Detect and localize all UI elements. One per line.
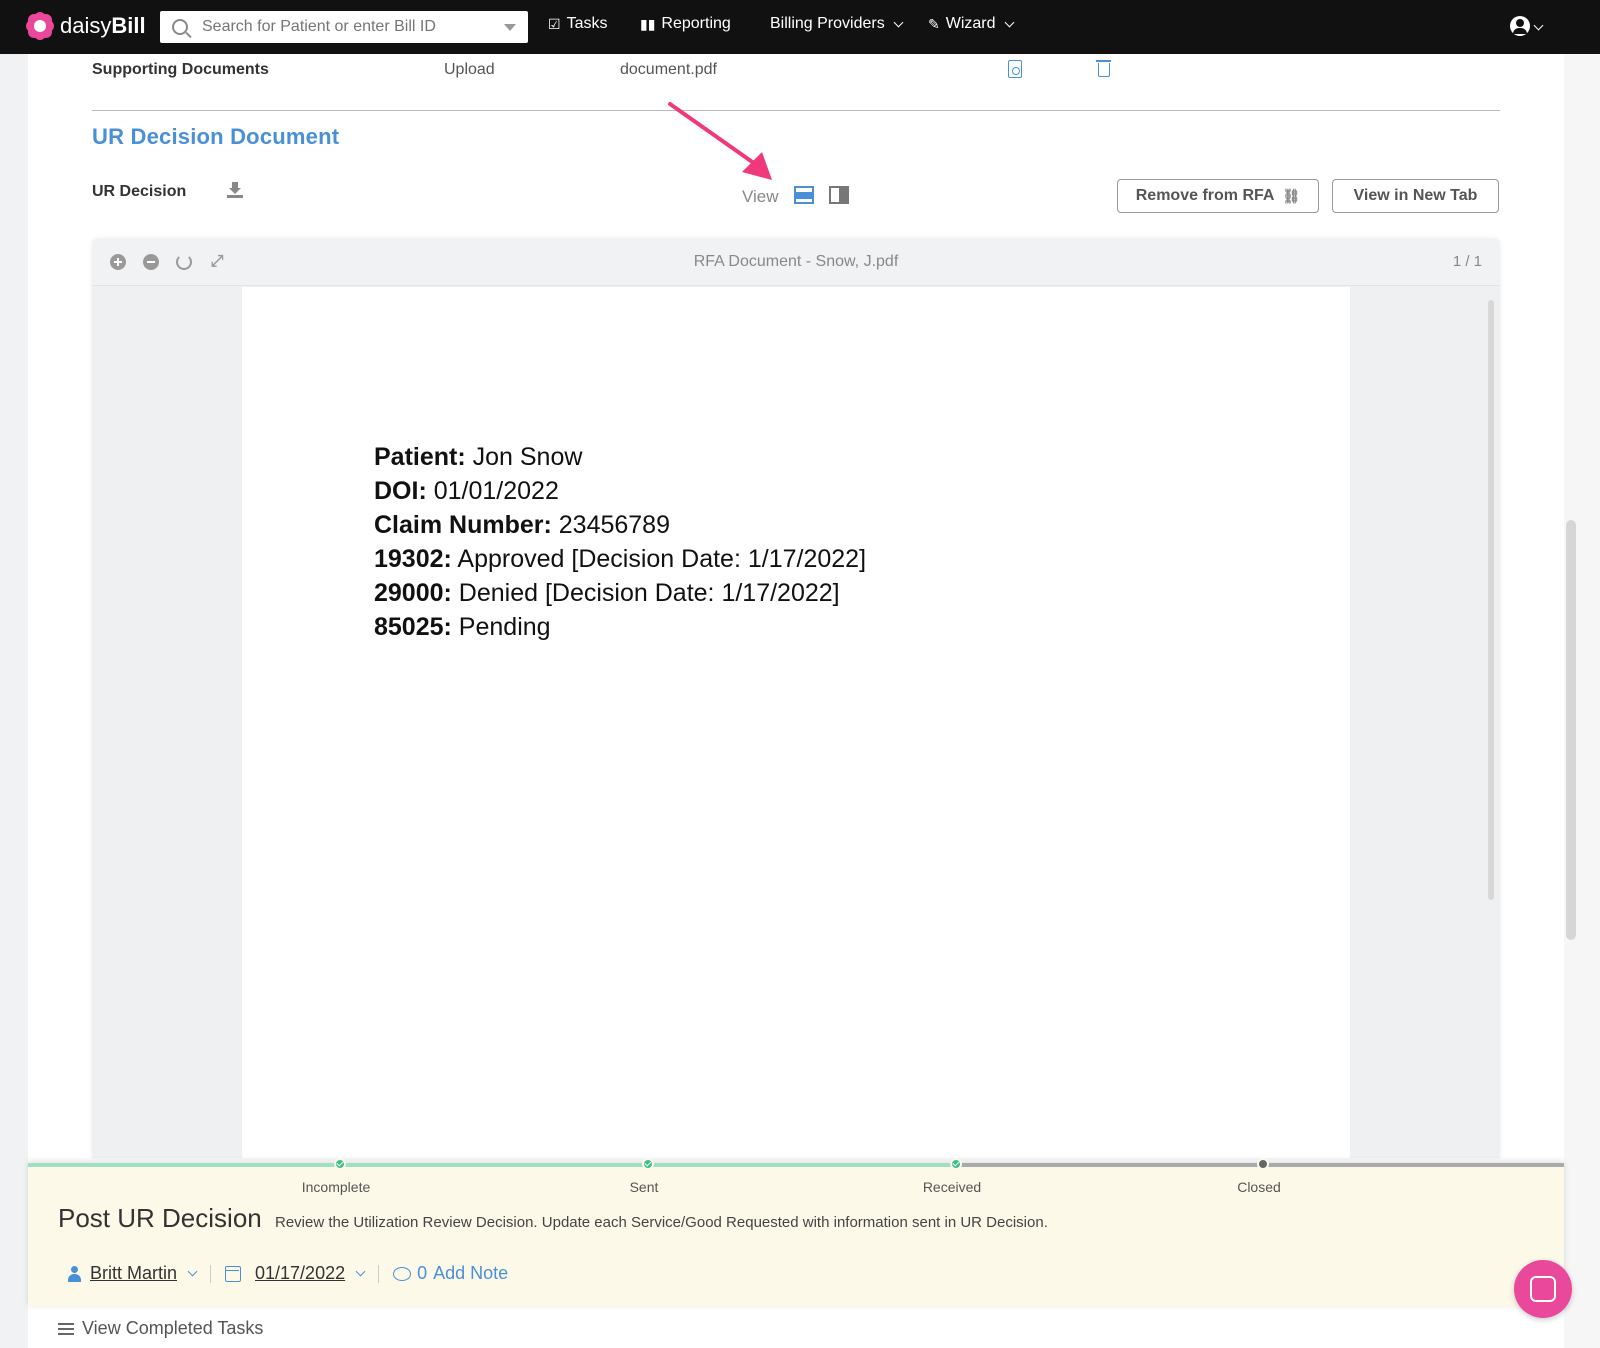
supporting-upload-type: Upload (444, 61, 495, 78)
step-check-icon (334, 1158, 346, 1170)
pdf-line: 85025: Pending (374, 613, 551, 641)
unlink-icon: ⛓ (1282, 187, 1301, 204)
supporting-documents-label: Supporting Documents (92, 61, 269, 78)
pdf-viewer-toolbar: ⤢ RFA Document - Snow, J.pdf 1 / 1 (92, 238, 1500, 286)
brand-light: daisy (60, 13, 112, 38)
section-divider (92, 110, 1500, 111)
clipboard-check-icon: ☑ (548, 15, 561, 32)
pdf-page: Patient: Jon Snow DOI: 01/01/2022 Claim … (242, 287, 1350, 1158)
daisy-flower-icon (26, 12, 54, 40)
page-scrollbar-thumb[interactable] (1566, 520, 1576, 940)
meta-separator (378, 1264, 380, 1283)
add-note-link[interactable]: 0 Add Note (393, 1263, 508, 1284)
task-description: Review the Utilization Review Decision. … (275, 1214, 1048, 1231)
search-input[interactable] (202, 18, 502, 36)
task-title: Post UR Decision (58, 1203, 262, 1233)
pdf-file-title: RFA Document - Snow, J.pdf (693, 253, 899, 270)
top-navbar: daisyBill ☑ Tasks ▮▮ Reporting Billing P… (0, 0, 1600, 54)
pdf-file-icon[interactable] (1008, 60, 1022, 78)
nav-tasks-label: Tasks (566, 15, 608, 32)
meta-separator (210, 1264, 212, 1283)
pdf-page-indicator: 1 / 1 (1452, 253, 1482, 270)
pdf-line: 29000: Denied [Decision Date: 1/17/2022] (374, 579, 840, 607)
step-closed: Closed (1237, 1179, 1281, 1195)
chevron-down-icon[interactable] (187, 1266, 198, 1277)
pdf-viewer: ⤢ RFA Document - Snow, J.pdf 1 / 1 Patie… (92, 238, 1500, 1158)
pdf-scrollbar[interactable] (1488, 300, 1494, 900)
trash-icon[interactable] (1096, 60, 1111, 77)
brand-bold: Bill (111, 13, 146, 38)
view-in-new-tab-button[interactable]: View in New Tab (1332, 179, 1499, 213)
view-completed-tasks-label: View Completed Tasks (82, 1318, 264, 1338)
remove-from-rfa-label: Remove from RFA (1135, 187, 1275, 204)
download-icon[interactable] (227, 182, 243, 198)
assignee-select[interactable]: Britt Martin (90, 1263, 177, 1284)
view-completed-tasks-link[interactable]: View Completed Tasks (58, 1318, 263, 1339)
step-check-icon (642, 1158, 654, 1170)
list-icon (58, 1322, 74, 1335)
pdf-content: Patient: Jon Snow DOI: 01/01/2022 Claim … (374, 440, 866, 644)
chevron-down-icon[interactable] (1533, 20, 1544, 31)
step-incomplete: Incomplete (301, 1179, 371, 1195)
pdf-line: 19302: Approved [Decision Date: 1/17/202… (374, 545, 867, 573)
step-received: Received (922, 1179, 982, 1195)
task-panel: Incomplete Sent Received Closed Post UR … (28, 1158, 1564, 1307)
person-icon (68, 1265, 81, 1282)
step-pending-icon (1257, 1158, 1269, 1170)
daisybill-logo[interactable]: daisyBill (26, 12, 146, 40)
nav-wizard[interactable]: ✎ Wizard (928, 15, 1014, 33)
magic-wand-icon: ✎ (928, 15, 940, 32)
chevron-down-icon (1004, 17, 1014, 27)
search-dropdown-icon[interactable] (504, 24, 516, 31)
pdf-line: DOI: 01/01/2022 (374, 477, 559, 505)
search-icon (172, 19, 188, 35)
step-check-icon (950, 1158, 962, 1170)
nav-billing-providers[interactable]: Billing Providers (770, 15, 904, 33)
chat-launcher-icon[interactable] (1514, 1260, 1572, 1318)
add-note-label: Add Note (433, 1263, 509, 1283)
task-meta: Britt Martin 01/17/2022 0 Add Note (68, 1263, 508, 1284)
pdf-line: Claim Number: 23456789 (374, 511, 670, 539)
chevron-down-icon (893, 17, 904, 27)
note-count: 0 (417, 1263, 428, 1283)
due-date-select[interactable]: 01/17/2022 (255, 1263, 345, 1284)
split-view-icon[interactable] (829, 186, 849, 204)
single-view-icon[interactable] (794, 186, 814, 204)
supporting-file-name: document.pdf (620, 61, 717, 78)
chevron-down-icon[interactable] (355, 1266, 366, 1277)
progress-complete-line (28, 1163, 950, 1167)
section-title: UR Decision Document (92, 124, 340, 149)
pdf-line: Patient: Jon Snow (374, 443, 583, 471)
nav-reporting-label: Reporting (661, 15, 731, 32)
remove-from-rfa-button[interactable]: Remove from RFA ⛓ (1117, 179, 1319, 213)
nav-wizard-label: Wizard (945, 15, 996, 32)
calendar-icon (225, 1265, 242, 1282)
nav-reporting[interactable]: ▮▮ Reporting (640, 15, 731, 33)
patient-search[interactable] (160, 11, 528, 43)
nav-tasks[interactable]: ☑ Tasks (548, 15, 607, 33)
ur-decision-label: UR Decision (92, 183, 187, 200)
step-sent: Sent (629, 1179, 659, 1195)
user-account-icon[interactable] (1510, 16, 1530, 36)
nav-billing-providers-label: Billing Providers (770, 15, 885, 32)
annotation-arrow (668, 102, 772, 180)
comment-icon (393, 1266, 412, 1281)
bar-chart-icon: ▮▮ (640, 15, 656, 32)
